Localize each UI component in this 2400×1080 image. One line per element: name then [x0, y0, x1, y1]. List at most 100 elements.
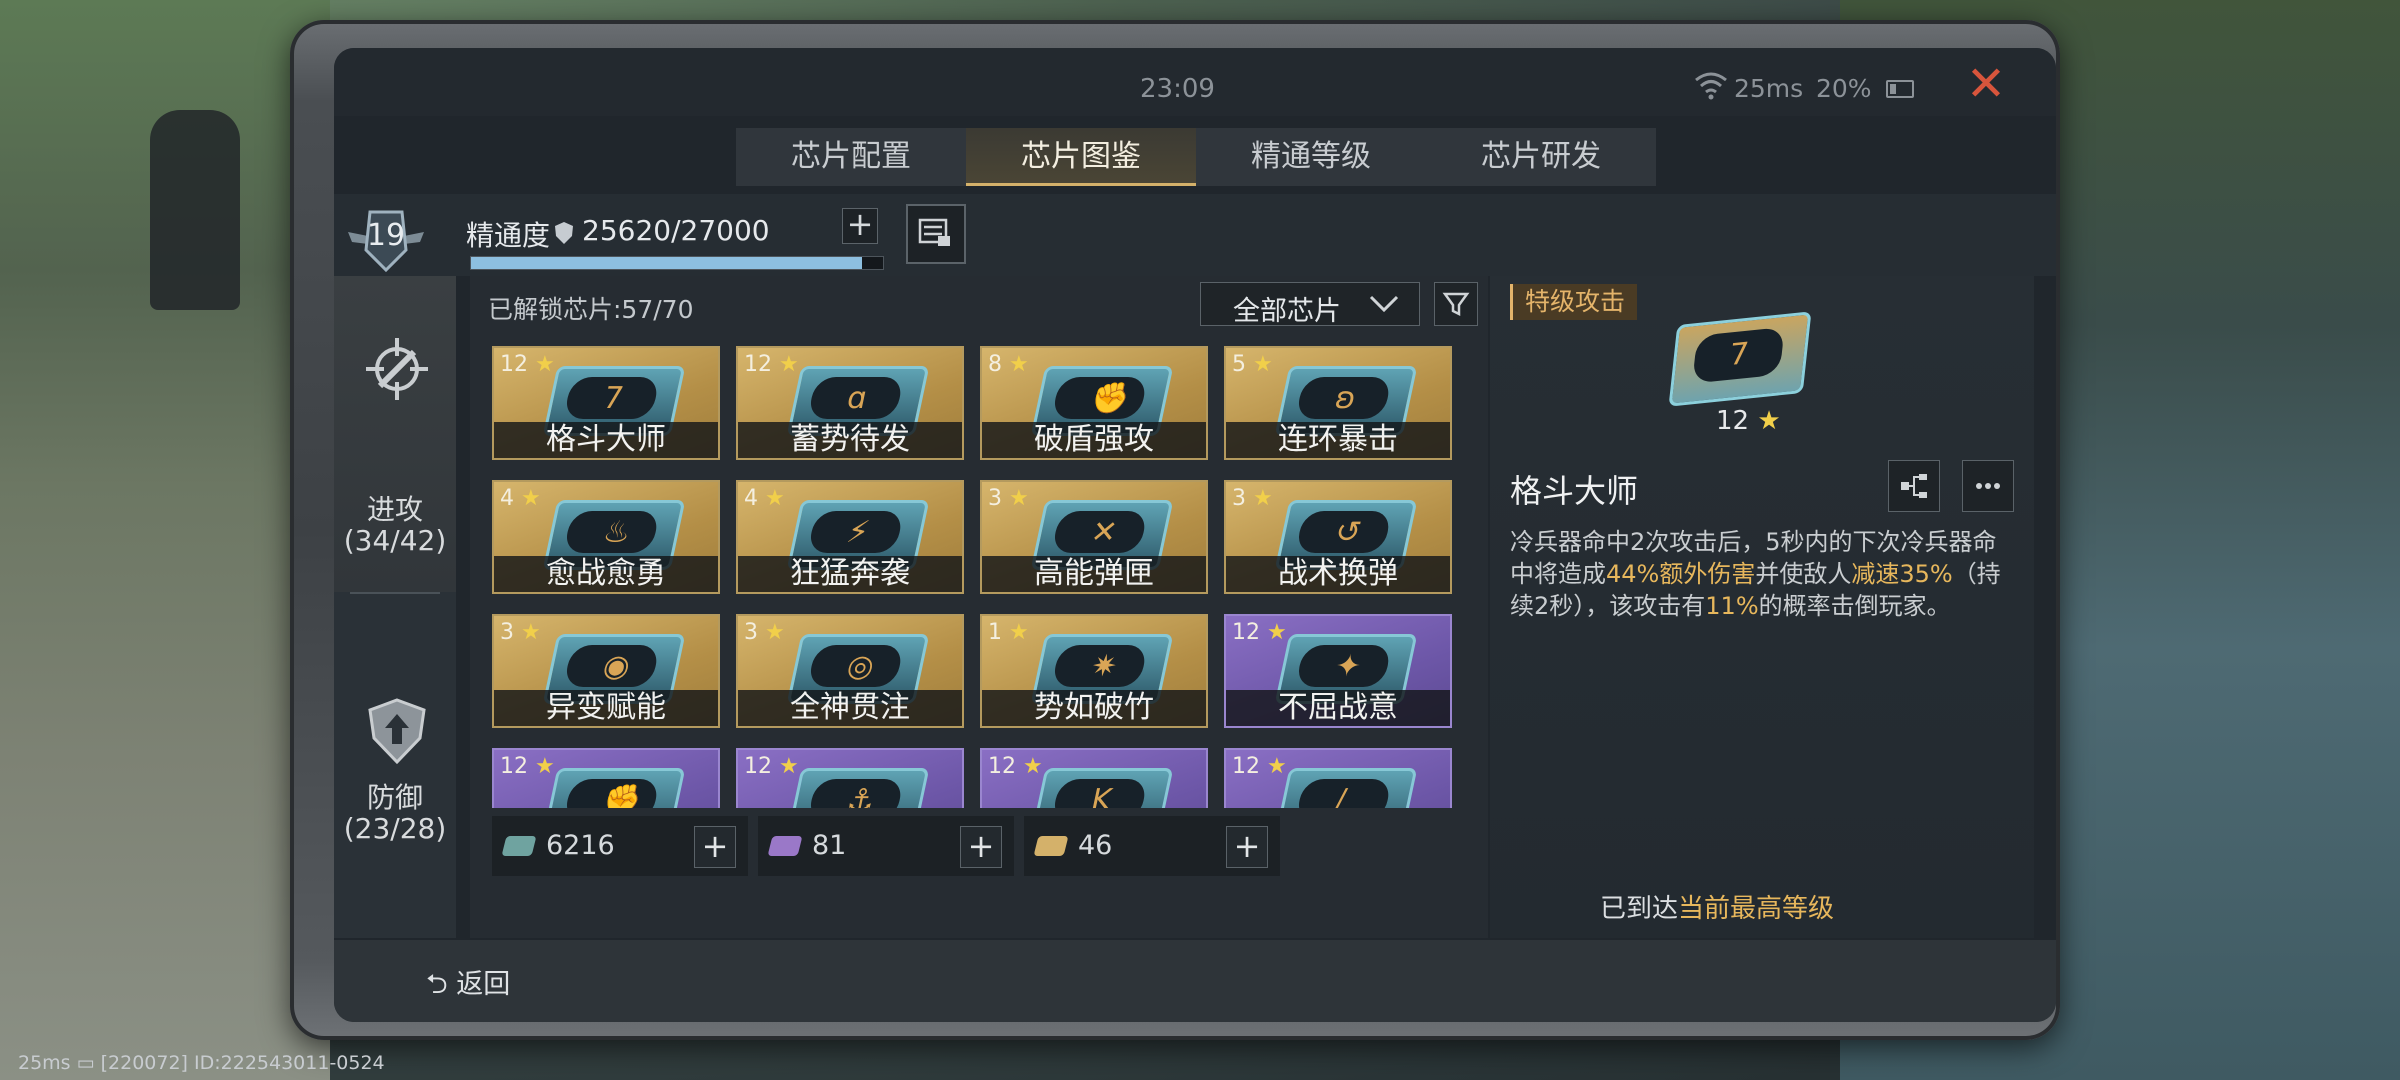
category-column: 进攻 (34/42) 防御 (23/28): [334, 276, 456, 938]
mastery-progress-fill: [471, 257, 862, 269]
resource-value: 6216: [546, 830, 615, 861]
tab-mastery-level[interactable]: 精通等级: [1196, 128, 1426, 186]
close-icon[interactable]: ✕: [1964, 60, 2008, 108]
tab-bar: 芯片配置 芯片图鉴 精通等级 芯片研发: [736, 128, 1656, 186]
stars-value: 12: [744, 754, 772, 779]
chip-card[interactable]: 3 ★ ↺ 战术换弹: [1224, 480, 1452, 594]
mastery-list-button[interactable]: [906, 204, 966, 264]
chip-stars: 12 ★: [744, 352, 799, 377]
chip-stars: 12 ★: [744, 754, 799, 779]
chip-material-icon: [767, 836, 803, 856]
chip-name: 战术换弹: [1226, 556, 1450, 592]
chip-face: ↺: [1295, 511, 1393, 553]
add-resource-button[interactable]: +: [1226, 826, 1268, 868]
chip-icon: K: [1030, 768, 1174, 808]
chip-card[interactable]: 4 ★ ⚡ 狂猛奔袭: [736, 480, 964, 594]
add-resource-button[interactable]: +: [960, 826, 1002, 868]
stars-value: 3: [988, 486, 1002, 511]
mastery-row: 19 精通度 25620/27000 +: [334, 194, 2056, 276]
chip-card[interactable]: 3 ★ ◎ 全神贯注: [736, 614, 964, 728]
more-icon: [1976, 483, 2000, 489]
chip-stars: 12 ★: [1232, 754, 1287, 779]
chip-glyph-icon: /: [1331, 783, 1350, 808]
chip-material-icon: [1033, 836, 1069, 856]
chip-face: ɑ: [807, 377, 905, 419]
chip-card[interactable]: 3 ★ ◉ 异变赋能: [492, 614, 720, 728]
chip-card[interactable]: 12 ★ ✦ 不屈战意: [1224, 614, 1452, 728]
chip-face: 7: [1692, 326, 1785, 384]
stars-value: 4: [744, 486, 758, 511]
chip-filter-dropdown[interactable]: 全部芯片: [1200, 282, 1420, 327]
chip-card[interactable]: 12 ★ ⚓: [736, 748, 964, 808]
filter-button[interactable]: [1434, 282, 1478, 326]
chip-stars: 3 ★: [988, 486, 1029, 511]
stars-value: 12: [1716, 406, 1750, 436]
chip-card[interactable]: 12 ★ 7 格斗大师: [492, 346, 720, 460]
add-resource-button[interactable]: +: [694, 826, 736, 868]
tab-chip-research[interactable]: 芯片研发: [1426, 128, 1656, 186]
stars-value: 3: [1232, 486, 1246, 511]
chip-card[interactable]: 4 ★ ♨ 愈战愈勇: [492, 480, 720, 594]
chip-glyph-icon: ʚ: [1331, 381, 1360, 416]
chip-face: ◉: [563, 645, 661, 687]
chip-name: 破盾强攻: [982, 422, 1206, 458]
tab-chip-config[interactable]: 芯片配置: [736, 128, 966, 186]
chip-face: /: [1295, 779, 1393, 808]
chip-detail-panel: 特级攻击 7 12 ★ 格斗大师 冷兵器命中2次攻击后，5秒内的下次冷兵器命中将…: [1490, 276, 2034, 938]
add-mastery-button[interactable]: +: [842, 208, 878, 244]
chip-face: ◎: [807, 645, 905, 687]
chip-glyph-icon: ⚡: [843, 515, 873, 550]
chip-glyph-icon: 7: [599, 381, 627, 416]
chip-card[interactable]: 1 ★ ✷ 势如破竹: [980, 614, 1208, 728]
chip-glyph-icon: ◎: [843, 649, 878, 684]
desc-text: 的概率击倒玩家。: [1758, 592, 1951, 620]
chip-card[interactable]: 12 ★ K: [980, 748, 1208, 808]
star-icon: ★: [1009, 352, 1029, 377]
star-icon: ★: [1267, 754, 1287, 779]
category-defense[interactable]: 防御 (23/28): [334, 596, 456, 938]
chip-glyph-icon: ✦: [1331, 649, 1365, 684]
chip-card[interactable]: 12 ★ ✊: [492, 748, 720, 808]
resource-item-chip-purple: 81 +: [758, 816, 1014, 876]
mastery-label: 精通度: [466, 219, 551, 252]
chip-card[interactable]: 3 ★ ✕ 高能弹匣: [980, 480, 1208, 594]
chip-name: 愈战愈勇: [494, 556, 718, 592]
star-icon: ★: [521, 486, 541, 511]
category-attack[interactable]: 进攻 (34/42): [334, 276, 456, 592]
chip-face: ʚ: [1295, 377, 1393, 419]
chip-tree-button[interactable]: [1888, 460, 1940, 512]
star-icon: ★: [535, 754, 555, 779]
chip-name: 连环暴击: [1226, 422, 1450, 458]
star-icon: ★: [521, 620, 541, 645]
mastery-progress-bar: [470, 256, 884, 270]
star-icon: ★: [1757, 406, 1781, 436]
desc-highlight: 减速35%: [1851, 560, 1953, 588]
back-button[interactable]: ⮌ 返回: [426, 962, 510, 1011]
category-attack-count: (34/42): [343, 524, 447, 557]
chip-card[interactable]: 5 ★ ʚ 连环暴击: [1224, 346, 1452, 460]
chip-card[interactable]: 12 ★ /: [1224, 748, 1452, 808]
chip-glyph-icon: ✕: [1087, 515, 1121, 550]
crosshair-icon: [366, 338, 428, 400]
star-icon: ★: [765, 486, 785, 511]
chip-face: K: [1051, 779, 1149, 808]
tab-chip-codex[interactable]: 芯片图鉴: [966, 128, 1196, 186]
star-icon: ★: [1023, 754, 1043, 779]
chip-face: ⚡: [807, 511, 905, 553]
chip-icon: ✊: [542, 768, 686, 808]
chip-glyph-icon: K: [1087, 783, 1115, 808]
stars-value: 4: [500, 486, 514, 511]
bottom-bar: ⮌ 返回: [334, 940, 2056, 1022]
category-defense-name: 防御: [366, 781, 423, 814]
debug-footer: 25ms ▭ [220072] ID:222543011-0524: [18, 1052, 385, 1074]
stars-value: 12: [500, 352, 528, 377]
chip-card[interactable]: 12 ★ ɑ 蓄势待发: [736, 346, 964, 460]
chip-card[interactable]: 8 ★ ✊ 破盾强攻: [980, 346, 1208, 460]
more-options-button[interactable]: [1962, 460, 2014, 512]
resource-item-chip-gold: 46 +: [1024, 816, 1280, 876]
chip-stars: 3 ★: [744, 620, 785, 645]
category-attack-name: 进攻: [366, 493, 423, 526]
chip-name: 狂猛奔袭: [738, 556, 962, 592]
unlocked-count: 已解锁芯片:57/70: [488, 295, 694, 324]
stars-value: 3: [500, 620, 514, 645]
